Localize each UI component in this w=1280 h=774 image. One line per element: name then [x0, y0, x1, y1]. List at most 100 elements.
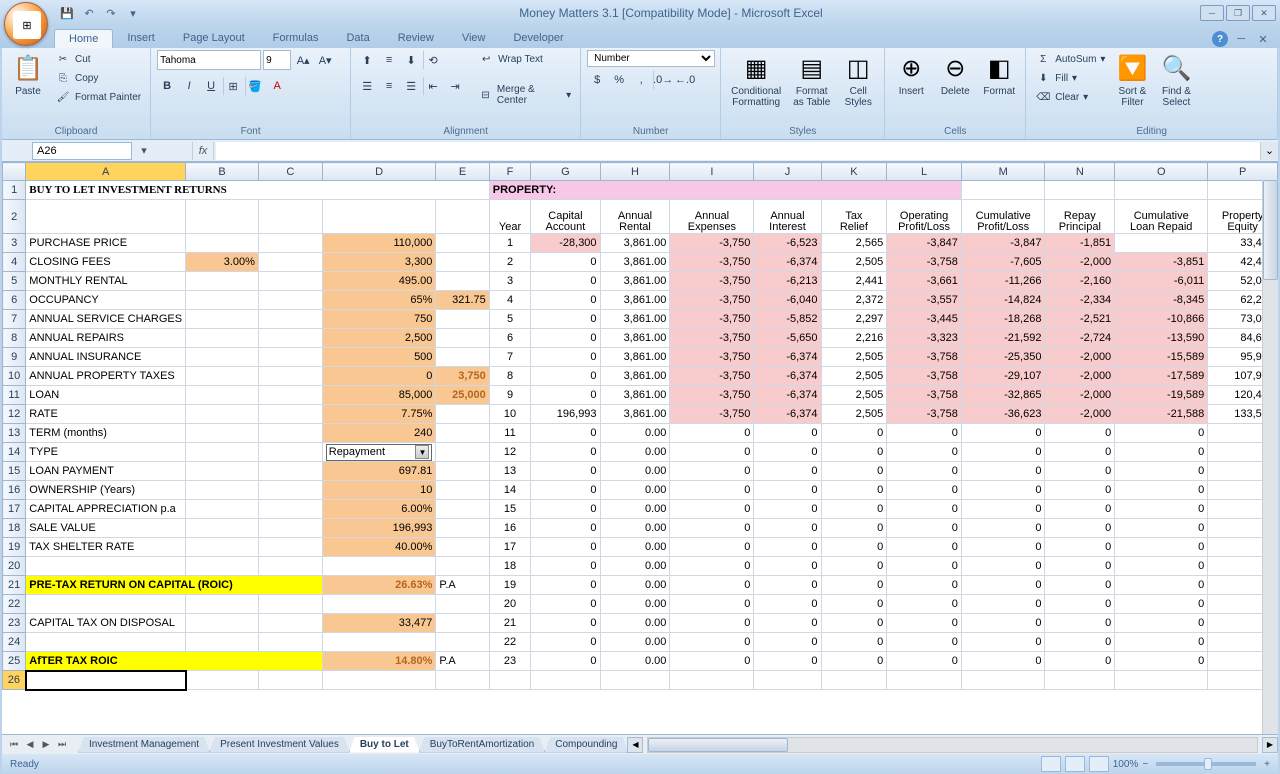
data-cell[interactable]: 0: [1045, 633, 1115, 652]
data-cell[interactable]: [489, 671, 530, 690]
data-cell[interactable]: 9: [489, 386, 530, 405]
undo-icon[interactable]: ↶: [80, 4, 98, 22]
data-cell[interactable]: 0: [1115, 633, 1208, 652]
parameter-value[interactable]: 14.80%: [322, 652, 436, 671]
cell[interactable]: [436, 424, 489, 443]
minimize-button[interactable]: ─: [1200, 5, 1224, 21]
align-left-icon[interactable]: ☰: [357, 76, 377, 96]
data-cell[interactable]: 2,297: [821, 310, 887, 329]
insert-cells-button[interactable]: ⊕Insert: [891, 50, 931, 99]
data-cell[interactable]: -14,824: [961, 291, 1045, 310]
tab-developer[interactable]: Developer: [499, 29, 577, 48]
tab-data[interactable]: Data: [332, 29, 383, 48]
format-painter-button[interactable]: 🖌Format Painter: [52, 88, 144, 106]
autosum-button[interactable]: ΣAutoSum ▾: [1032, 50, 1108, 68]
cell[interactable]: P.A: [436, 576, 489, 595]
data-cell[interactable]: 0: [754, 481, 821, 500]
parameter-value[interactable]: 110,000: [322, 234, 436, 253]
data-cell[interactable]: 11: [489, 424, 530, 443]
data-cell[interactable]: 0: [887, 481, 962, 500]
redo-icon[interactable]: ↷: [102, 4, 120, 22]
cell[interactable]: [436, 405, 489, 424]
row-header[interactable]: 3: [3, 234, 26, 253]
cell[interactable]: [186, 500, 259, 519]
data-cell[interactable]: 0: [754, 614, 821, 633]
cell[interactable]: [436, 614, 489, 633]
wrap-text-button[interactable]: ↩Wrap Text: [475, 50, 574, 68]
zoom-out-icon[interactable]: −: [1142, 759, 1148, 770]
data-cell[interactable]: 0: [531, 652, 600, 671]
cell[interactable]: [436, 329, 489, 348]
data-cell[interactable]: 0: [1045, 557, 1115, 576]
cell[interactable]: [186, 443, 259, 462]
cell[interactable]: [186, 424, 259, 443]
data-cell[interactable]: 0.00: [600, 538, 670, 557]
data-cell[interactable]: -3,750: [670, 291, 754, 310]
tab-view[interactable]: View: [448, 29, 500, 48]
cell[interactable]: [186, 614, 259, 633]
cell[interactable]: [436, 272, 489, 291]
cell[interactable]: [436, 595, 489, 614]
cell[interactable]: [186, 348, 259, 367]
name-box[interactable]: A26: [32, 142, 132, 160]
data-cell[interactable]: -3,661: [887, 272, 962, 291]
restore-button[interactable]: ❐: [1226, 5, 1250, 21]
data-cell[interactable]: 0: [821, 443, 887, 462]
zoom-slider[interactable]: [1156, 762, 1256, 766]
data-cell[interactable]: 0: [1115, 443, 1208, 462]
data-cell[interactable]: -3,750: [670, 272, 754, 291]
cell[interactable]: [436, 348, 489, 367]
data-cell[interactable]: 0: [670, 462, 754, 481]
data-cell[interactable]: 20: [489, 595, 530, 614]
fill-color-button[interactable]: 🪣: [245, 76, 265, 96]
data-cell[interactable]: 2,505: [821, 348, 887, 367]
data-cell[interactable]: 3: [489, 272, 530, 291]
data-cell[interactable]: -25,350: [961, 348, 1045, 367]
data-cell[interactable]: 0: [531, 272, 600, 291]
cell[interactable]: [186, 519, 259, 538]
data-cell[interactable]: 0: [754, 462, 821, 481]
formula-input[interactable]: [216, 142, 1260, 160]
data-cell[interactable]: 7: [489, 348, 530, 367]
data-cell[interactable]: 0: [531, 253, 600, 272]
data-cell[interactable]: 0: [670, 633, 754, 652]
data-cell[interactable]: [821, 671, 887, 690]
data-cell[interactable]: 0: [887, 500, 962, 519]
data-cell[interactable]: -19,589: [1115, 386, 1208, 405]
cell[interactable]: [436, 557, 489, 576]
data-cell[interactable]: 0: [1115, 424, 1208, 443]
data-cell[interactable]: 3,861.00: [600, 272, 670, 291]
sheet-tab[interactable]: Buy to Let: [349, 737, 420, 753]
parameter-value[interactable]: 500: [322, 348, 436, 367]
data-cell[interactable]: 0: [754, 576, 821, 595]
data-cell[interactable]: 2,505: [821, 386, 887, 405]
column-header[interactable]: I: [670, 163, 754, 181]
data-cell[interactable]: 6: [489, 329, 530, 348]
data-cell[interactable]: 0: [1045, 652, 1115, 671]
format-as-table-button[interactable]: ▤Format as Table: [789, 50, 834, 110]
italic-button[interactable]: I: [179, 76, 199, 96]
border-button[interactable]: ⊞: [223, 76, 243, 96]
data-cell[interactable]: 0: [1045, 500, 1115, 519]
data-cell[interactable]: 3,861.00: [600, 348, 670, 367]
column-header[interactable]: B: [186, 163, 259, 181]
data-cell[interactable]: 0.00: [600, 595, 670, 614]
sheet-tab[interactable]: Investment Management: [78, 737, 210, 753]
data-cell[interactable]: 0: [1115, 614, 1208, 633]
data-cell[interactable]: -3,758: [887, 348, 962, 367]
cell[interactable]: [258, 633, 322, 652]
cell[interactable]: [258, 424, 322, 443]
data-cell[interactable]: 0.00: [600, 557, 670, 576]
last-sheet-icon[interactable]: ⏭: [54, 737, 70, 753]
office-button[interactable]: ⊞: [4, 2, 48, 46]
data-cell[interactable]: 0: [1115, 595, 1208, 614]
cell[interactable]: [436, 481, 489, 500]
horizontal-scrollbar[interactable]: [647, 737, 1258, 753]
data-cell[interactable]: 0: [887, 462, 962, 481]
data-cell[interactable]: 17: [489, 538, 530, 557]
data-cell[interactable]: -6,011: [1115, 272, 1208, 291]
data-cell[interactable]: -17,589: [1115, 367, 1208, 386]
data-cell[interactable]: 0: [887, 595, 962, 614]
data-cell[interactable]: 0: [670, 424, 754, 443]
data-cell[interactable]: -3,750: [670, 348, 754, 367]
